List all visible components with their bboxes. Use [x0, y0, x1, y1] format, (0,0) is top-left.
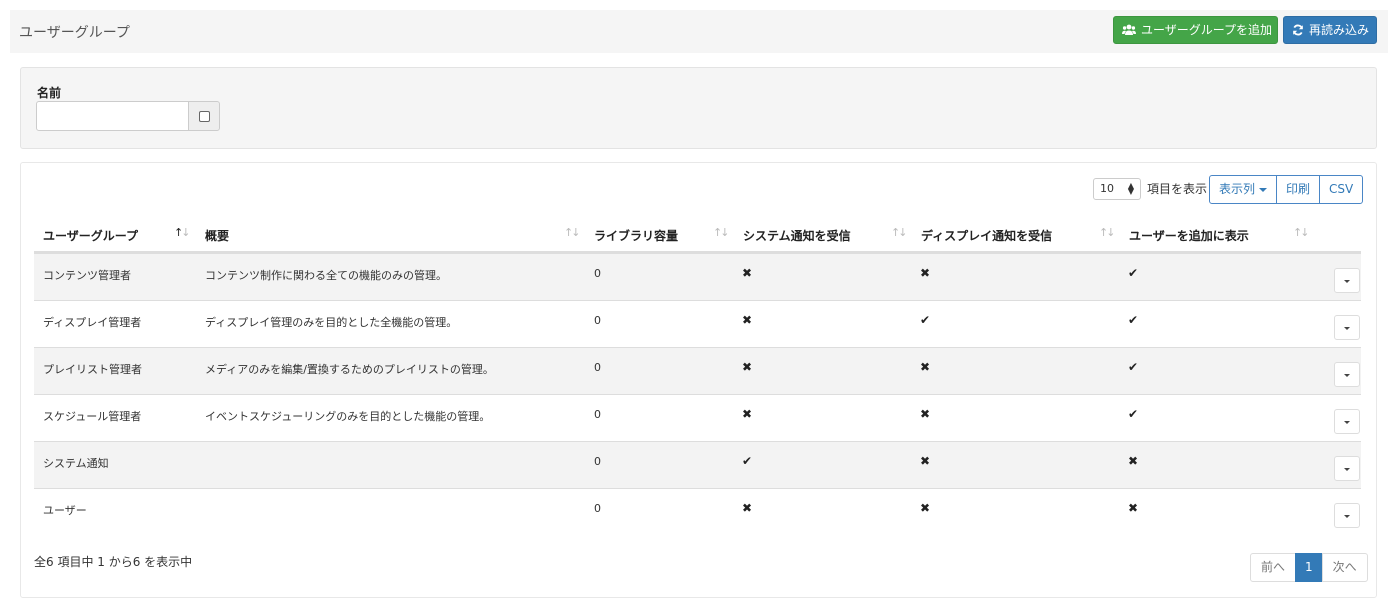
usergroup-name: ディスプレイ管理者: [43, 316, 142, 329]
table-header: ユーザーグループ ↑↓ 概要 ↑↓ ライブラリ容量 ↑↓ システム通知を受信 ↑…: [34, 215, 1361, 253]
page-length-select[interactable]: 10 ▲ ▼: [1093, 178, 1141, 200]
row-actions-dropdown[interactable]: [1334, 268, 1360, 293]
columns-button[interactable]: 表示列: [1209, 175, 1278, 204]
row-actions-dropdown[interactable]: [1334, 362, 1360, 387]
system-notify-icon: ✖: [742, 407, 753, 421]
library-quota: 0: [594, 361, 601, 374]
table-row: システム通知 0 ✔ ✖ ✖: [34, 441, 1361, 488]
usergroup-description: コンテンツ制作に関わる全ての機能のみの管理。: [205, 269, 447, 282]
add-usergroup-label: ユーザーグループを追加: [1141, 23, 1273, 37]
csv-button[interactable]: CSV: [1319, 175, 1364, 204]
display-notify-icon: ✖: [920, 407, 931, 421]
usergroup-name: システム通知: [43, 457, 109, 470]
column-header-usergroup[interactable]: ユーザーグループ: [43, 227, 138, 244]
usergroup-description: メディアのみを編集/置換するためのプレイリストの管理。: [205, 363, 494, 376]
table-row: プレイリスト管理者 メディアのみを編集/置換するためのプレイリストの管理。 0 …: [34, 347, 1361, 394]
table-info: 全6 項目中 1 から6 を表示中: [34, 555, 193, 569]
usergroup-name: ユーザー: [43, 504, 87, 517]
system-notify-icon: ✔: [742, 454, 753, 468]
library-quota: 0: [594, 314, 601, 327]
reload-label: 再読み込み: [1309, 23, 1370, 37]
page-title: ユーザーグループ: [19, 25, 130, 41]
table-buttons: 表示列 印刷 CSV: [1209, 175, 1364, 204]
sort-icon: ↑↓: [1293, 226, 1310, 239]
page-1-button[interactable]: 1: [1295, 553, 1323, 582]
row-actions-dropdown[interactable]: [1334, 456, 1360, 481]
refresh-icon: [1293, 24, 1303, 36]
library-quota: 0: [594, 408, 601, 421]
display-notify-icon: ✖: [920, 454, 931, 468]
column-header-show-add-user[interactable]: ユーザーを追加に表示: [1129, 227, 1249, 244]
library-quota: 0: [594, 267, 601, 280]
display-notify-icon: ✖: [920, 360, 931, 374]
table-row: ディスプレイ管理者 ディスプレイ管理のみを目的とした全機能の管理。 0 ✖ ✔ …: [34, 300, 1361, 347]
usergroup-name: プレイリスト管理者: [43, 363, 142, 376]
table-row: ユーザー 0 ✖ ✖ ✖: [34, 488, 1361, 535]
display-notify-icon: ✖: [920, 501, 931, 515]
prev-page-button[interactable]: 前へ: [1250, 553, 1297, 582]
column-header-description[interactable]: 概要: [205, 227, 229, 244]
usergroup-name: スケジュール管理者: [43, 410, 142, 423]
show-add-user-icon: ✔: [1128, 266, 1139, 280]
system-notify-icon: ✖: [742, 313, 753, 327]
name-filter-label: 名前: [37, 86, 62, 100]
library-quota: 0: [594, 502, 601, 515]
display-notify-icon: ✖: [920, 266, 931, 280]
library-quota: 0: [594, 455, 601, 468]
sort-asc-icon: ↑↓: [174, 226, 191, 239]
page-header: ユーザーグループ ユーザーグループを追加 再読み込み: [10, 10, 1388, 53]
show-add-user-icon: ✔: [1128, 360, 1139, 374]
system-notify-icon: ✖: [742, 360, 753, 374]
sort-icon: ↑↓: [564, 226, 581, 239]
sort-icon: ↑↓: [713, 226, 730, 239]
select-arrows-icon: ▲ ▼: [1127, 181, 1134, 196]
table-row: コンテンツ管理者 コンテンツ制作に関わる全ての機能のみの管理。 0 ✖ ✖ ✔: [34, 253, 1361, 300]
column-header-library[interactable]: ライブラリ容量: [594, 227, 678, 244]
page-length-label: 項目を表示: [1147, 182, 1208, 196]
system-notify-icon: ✖: [742, 266, 753, 280]
sort-icon: ↑↓: [891, 226, 908, 239]
row-actions-dropdown[interactable]: [1334, 315, 1360, 340]
sort-icon: ↑↓: [1099, 226, 1116, 239]
usergroup-description: ディスプレイ管理のみを目的とした全機能の管理。: [205, 316, 458, 329]
row-actions-dropdown[interactable]: [1334, 503, 1360, 528]
table-row: スケジュール管理者 イベントスケジューリングのみを目的とした機能の管理。 0 ✖…: [34, 394, 1361, 441]
reload-button[interactable]: 再読み込み: [1283, 16, 1377, 44]
add-usergroup-button[interactable]: ユーザーグループを追加: [1113, 16, 1278, 44]
pagination: 前へ 1 次へ: [1250, 553, 1368, 582]
print-button[interactable]: 印刷: [1276, 175, 1321, 204]
caret-down-icon: [1259, 187, 1268, 192]
name-filter-checkbox[interactable]: [199, 111, 210, 122]
next-page-button[interactable]: 次へ: [1321, 553, 1368, 582]
name-filter-addon: [188, 101, 220, 131]
column-header-system-notify[interactable]: システム通知を受信: [743, 227, 851, 244]
show-add-user-icon: ✖: [1128, 501, 1139, 515]
usergroup-name: コンテンツ管理者: [43, 269, 131, 282]
show-add-user-icon: ✖: [1128, 454, 1139, 468]
row-actions-dropdown[interactable]: [1334, 409, 1360, 434]
name-filter-input[interactable]: [36, 101, 189, 131]
usergroup-description: イベントスケジューリングのみを目的とした機能の管理。: [205, 410, 491, 423]
system-notify-icon: ✖: [742, 501, 753, 515]
table-panel: 10 ▲ ▼ 項目を表示 表示列 印刷 CSV ユーザーグループ ↑↓ 概要 ↑↓…: [20, 162, 1377, 598]
show-add-user-icon: ✔: [1128, 313, 1139, 327]
column-header-display-notify[interactable]: ディスプレイ通知を受信: [921, 227, 1052, 244]
show-add-user-icon: ✔: [1128, 407, 1139, 421]
display-notify-icon: ✔: [920, 313, 931, 327]
filter-panel: 名前: [20, 67, 1377, 149]
users-icon: [1122, 24, 1136, 35]
